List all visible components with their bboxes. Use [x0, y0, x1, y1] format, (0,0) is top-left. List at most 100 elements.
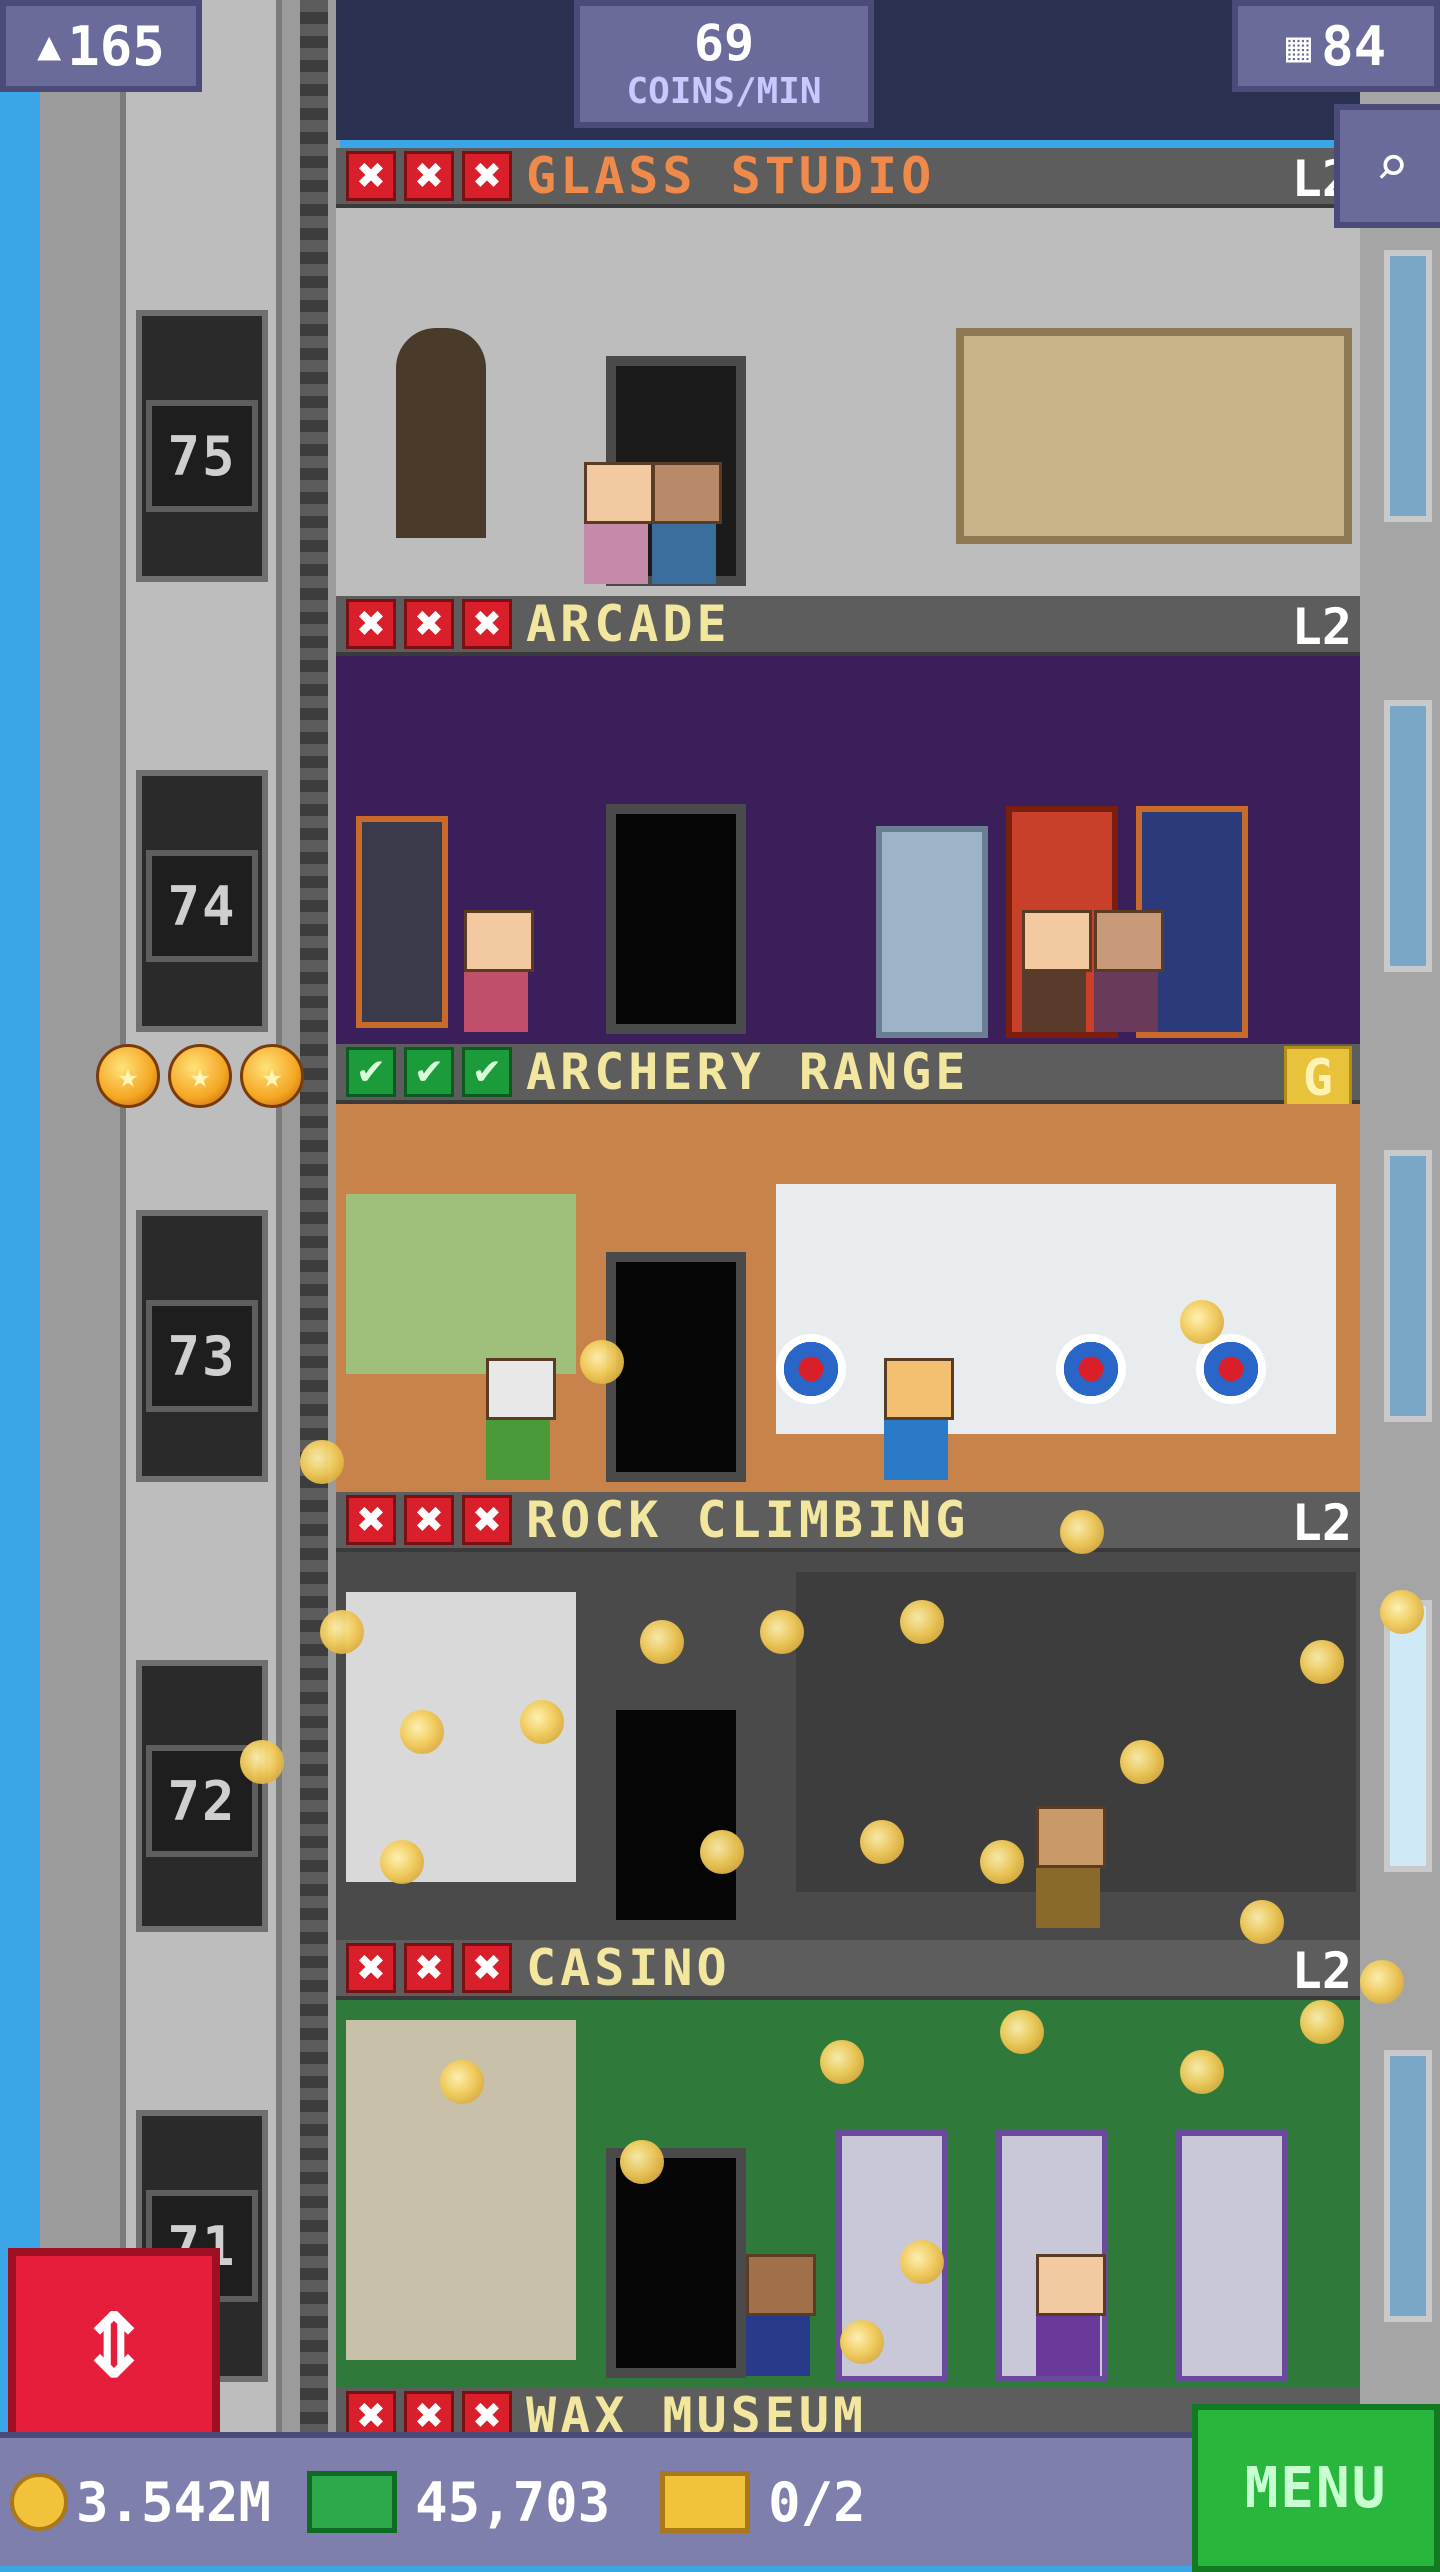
coin-icon[interactable]: [900, 1600, 944, 1644]
coin-icon[interactable]: [980, 1840, 1024, 1884]
coin-icon[interactable]: [1060, 1510, 1104, 1554]
unstocked-x-icon: ✖: [404, 599, 454, 649]
star-icon: ★: [240, 1044, 304, 1108]
coin-icon[interactable]: [380, 1840, 424, 1884]
coin-icon[interactable]: [1240, 1900, 1284, 1944]
window: [1384, 250, 1432, 522]
stocked-check-icon: ✔: [404, 1047, 454, 1097]
coin-icon[interactable]: [900, 2240, 944, 2284]
coin-icon[interactable]: [400, 1710, 444, 1754]
coin-icon[interactable]: [320, 1610, 364, 1654]
bux-balance[interactable]: 45,703: [307, 2471, 610, 2534]
floor-name: ARCADE: [526, 595, 731, 653]
unstocked-x-icon: ✖: [346, 599, 396, 649]
menu-button[interactable]: MENU: [1192, 2404, 1440, 2572]
coin-icon[interactable]: [440, 2060, 484, 2104]
arcade-cabinet: [356, 816, 448, 1028]
elevator-rail: [300, 0, 328, 2440]
archery-target: [1196, 1334, 1266, 1404]
coin-icon[interactable]: [300, 1440, 344, 1484]
elevator-button[interactable]: ⇕: [8, 2248, 220, 2444]
bitizen[interactable]: [464, 910, 534, 1032]
floor-level-badge: G: [1283, 1046, 1352, 1110]
floor-label: ✖ ✖ ✖ ARCADE L2: [336, 595, 1360, 656]
coin-icon[interactable]: [1360, 1960, 1404, 2004]
coin-icon[interactable]: [1300, 1640, 1344, 1684]
coin-icon[interactable]: [1180, 1300, 1224, 1344]
slot-machine: [1176, 2130, 1288, 2382]
stocked-check-icon: ✔: [346, 1047, 396, 1097]
coin-icon: [10, 2473, 68, 2531]
floor-label: ✖ ✖ ✖ ROCK CLIMBING L2: [336, 1491, 1360, 1552]
coins-per-min-counter: 69 COINS/MIN: [574, 0, 874, 128]
coin-icon[interactable]: [620, 2140, 664, 2184]
unstocked-x-icon: ✖: [462, 1943, 512, 1993]
floor-label: ✔ ✔ ✔ ARCHERY RANGE G: [336, 1043, 1360, 1110]
bitizen[interactable]: [1036, 1806, 1106, 1928]
floor-name: GLASS STUDIO: [526, 147, 936, 205]
floor-label: ✖ ✖ ✖ CASINO L2: [336, 1939, 1360, 2000]
stocked-check-icon: ✔: [462, 1047, 512, 1097]
glass-shelf: [956, 328, 1352, 544]
coin-icon[interactable]: [580, 1340, 624, 1384]
floor-rock-climbing[interactable]: ✖ ✖ ✖ ROCK CLIMBING L2: [336, 1491, 1360, 1940]
coin-icon[interactable]: [760, 1610, 804, 1654]
floor-room: [336, 208, 1360, 596]
kiln: [396, 328, 486, 538]
unstocked-x-icon: ✖: [462, 151, 512, 201]
bitizen[interactable]: [584, 462, 654, 584]
unstocked-x-icon: ✖: [404, 151, 454, 201]
unstocked-x-icon: ✖: [404, 1943, 454, 1993]
coin-icon[interactable]: [840, 2320, 884, 2364]
coin-icon[interactable]: [520, 1700, 564, 1744]
coin-icon[interactable]: [1300, 2000, 1344, 2044]
population-counter[interactable]: ▲ 165: [0, 0, 202, 92]
door: [606, 804, 746, 1034]
bitizen[interactable]: [746, 2254, 816, 2376]
magnifier-icon: ⌕: [1375, 133, 1409, 199]
bitizen[interactable]: [1094, 910, 1164, 1032]
floor-name: ARCHERY RANGE: [526, 1043, 970, 1101]
elevator-floor-number[interactable]: 73: [146, 1300, 258, 1412]
coin-icon[interactable]: [640, 1620, 684, 1664]
coin-icon[interactable]: [820, 2040, 864, 2084]
claw-machine: [876, 826, 988, 1038]
tickets-balance[interactable]: 0/2: [660, 2471, 866, 2534]
archery-target: [776, 1334, 846, 1404]
floor-count-counter[interactable]: ▦ 84: [1232, 0, 1440, 92]
coin-icon[interactable]: [240, 1740, 284, 1784]
floor-archery-range[interactable]: ✔ ✔ ✔ ARCHERY RANGE G: [336, 1043, 1360, 1492]
search-button[interactable]: ⌕: [1334, 104, 1440, 228]
bitizen[interactable]: [486, 1358, 556, 1480]
floor-arcade[interactable]: ✖ ✖ ✖ ARCADE L2: [336, 595, 1360, 1044]
floor-glass-studio[interactable]: ✖ ✖ ✖ GLASS STUDIO L2: [336, 147, 1360, 596]
coin-icon[interactable]: [1120, 1740, 1164, 1784]
coin-icon[interactable]: [1180, 2050, 1224, 2094]
coins-balance[interactable]: 3.542M: [10, 2471, 271, 2534]
coin-icon[interactable]: [860, 1820, 904, 1864]
floor-casino[interactable]: ✖ ✖ ✖ CASINO L2: [336, 1939, 1360, 2388]
coin-icon[interactable]: [700, 1830, 744, 1874]
unstocked-x-icon: ✖: [346, 1943, 396, 1993]
floor-level: L2: [1291, 1942, 1352, 2000]
unstocked-x-icon: ✖: [346, 151, 396, 201]
elevator-floor-number[interactable]: 74: [146, 850, 258, 962]
floor-level: L2: [1291, 1494, 1352, 1552]
bitizen[interactable]: [652, 462, 722, 584]
person-icon: ▲: [37, 23, 62, 69]
bitizen[interactable]: [1022, 910, 1092, 1032]
unstocked-x-icon: ✖: [462, 599, 512, 649]
door: [606, 2148, 746, 2378]
elevator-floor-number[interactable]: 75: [146, 400, 258, 512]
bitizen[interactable]: [884, 1358, 954, 1480]
door: [606, 1700, 746, 1930]
window: [1384, 1600, 1432, 1872]
floor-level: L2: [1291, 598, 1352, 656]
door: [606, 1252, 746, 1482]
window: [1384, 700, 1432, 972]
coin-icon[interactable]: [1000, 2010, 1044, 2054]
coin-icon[interactable]: [1380, 1590, 1424, 1634]
quiver-wall: [346, 1194, 576, 1374]
floor-room: [336, 1104, 1360, 1492]
bitizen[interactable]: [1036, 2254, 1106, 2376]
